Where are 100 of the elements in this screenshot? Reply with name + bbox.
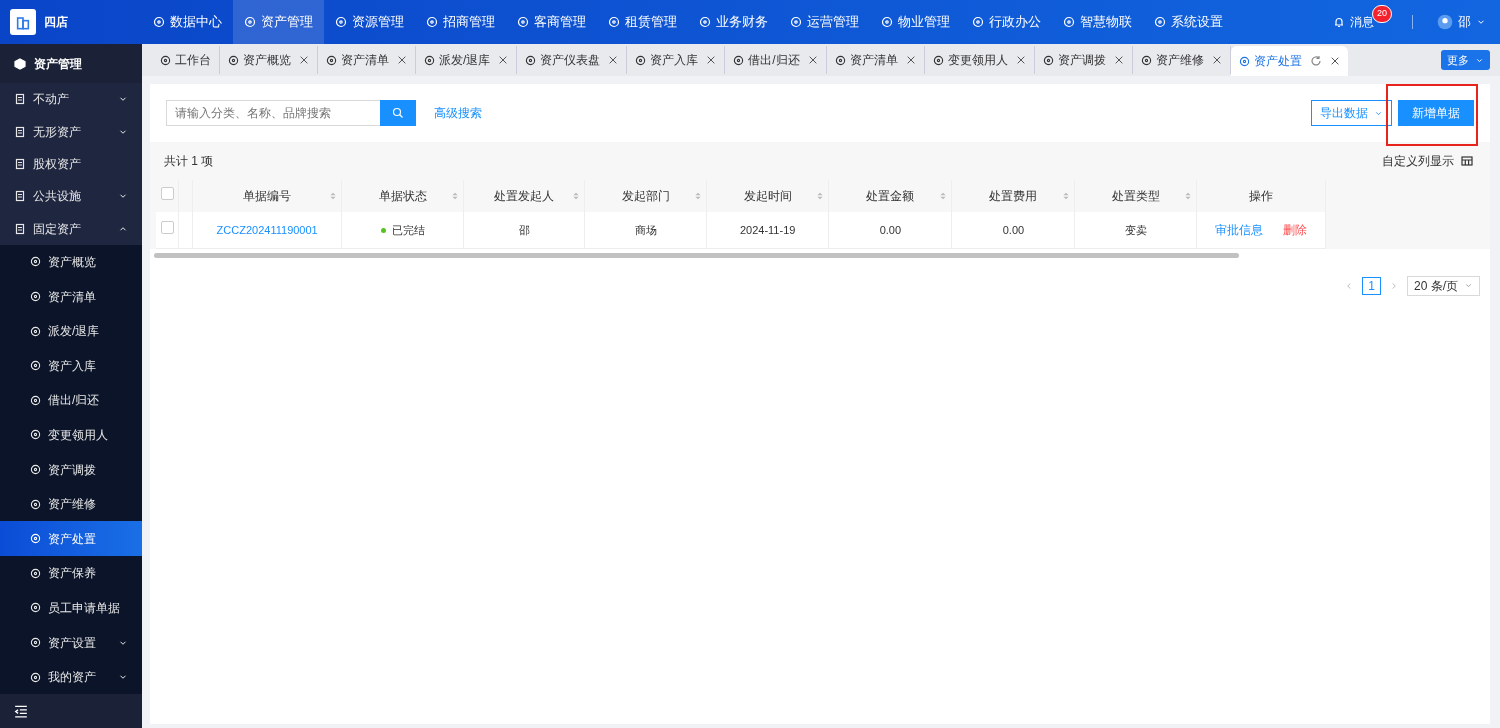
circle-icon xyxy=(699,16,711,28)
custom-columns-link[interactable]: 自定义列显示 xyxy=(1382,152,1474,170)
document-icon xyxy=(14,222,26,235)
circle-icon xyxy=(30,325,41,337)
chevron-down-icon xyxy=(1464,281,1473,290)
nav-tab[interactable]: 客商管理 xyxy=(506,0,597,44)
circle-icon xyxy=(1238,55,1250,67)
nav-tab[interactable]: 数据中心 xyxy=(142,0,233,44)
sidebar-subitem[interactable]: 借出/归还 xyxy=(0,383,142,418)
search-icon xyxy=(392,107,404,119)
sidebar-subitem[interactable]: 资产概览 xyxy=(0,244,142,280)
page-tab[interactable]: 变更领用人 xyxy=(924,46,1035,74)
messages-link[interactable]: 消息 xyxy=(1333,13,1374,31)
building-icon xyxy=(15,14,31,30)
circle-icon xyxy=(932,54,944,66)
nav-tab[interactable]: 智慧物联 xyxy=(1052,0,1143,44)
sidebar-subitem[interactable]: 资产设置 xyxy=(0,625,142,660)
nav-tab[interactable]: 业务财务 xyxy=(688,0,779,44)
sidebar-subitem[interactable]: 资产处置 xyxy=(0,521,142,557)
circle-icon xyxy=(635,54,647,66)
user-menu[interactable]: 邵 xyxy=(1437,12,1486,32)
sidebar-item[interactable]: 公共设施 xyxy=(0,180,142,213)
sidebar-item[interactable]: 股权资产 xyxy=(0,147,142,181)
nav-tab[interactable]: 物业管理 xyxy=(870,0,961,44)
column-header: 单据编号 xyxy=(243,189,292,203)
page-tab[interactable]: 资产处置 xyxy=(1230,46,1348,76)
page-tab[interactable]: 资产清单 xyxy=(826,46,925,74)
circle-icon xyxy=(30,394,41,406)
page-tab[interactable]: 资产仪表盘 xyxy=(517,46,628,74)
select-all-checkbox[interactable] xyxy=(160,187,174,200)
circle-icon xyxy=(30,360,41,372)
sidebar-title: 资产管理 xyxy=(0,44,142,84)
circle-icon xyxy=(1154,16,1166,28)
sidebar-item[interactable]: 固定资产 xyxy=(0,212,142,245)
page-tab[interactable]: 工作台 xyxy=(152,46,220,74)
table-cell: 邵 xyxy=(518,223,530,236)
circle-icon xyxy=(881,16,893,28)
circle-icon xyxy=(30,291,41,303)
sidebar-item[interactable]: 不动产 xyxy=(0,83,142,116)
column-header: 操作 xyxy=(1249,189,1273,203)
column-header: 处置类型 xyxy=(1111,189,1160,203)
brand-name: 四店 xyxy=(44,14,68,31)
table-cell: 变卖 xyxy=(1124,223,1147,236)
page-tab[interactable]: 资产概览 xyxy=(220,46,318,74)
page-size-select[interactable]: 20 条/页 xyxy=(1407,275,1480,296)
circle-icon xyxy=(244,16,256,28)
horizontal-scrollbar[interactable] xyxy=(154,252,1239,258)
circle-icon xyxy=(834,54,846,66)
nav-tab[interactable]: 系统设置 xyxy=(1143,0,1234,44)
sidebar-subitem[interactable]: 员工申请单据 xyxy=(0,590,142,626)
sidebar-subitem[interactable]: 资产保养 xyxy=(0,556,142,591)
sidebar-subitem[interactable]: 变更领用人 xyxy=(0,417,142,453)
close-icon xyxy=(1113,55,1124,65)
table-cell: 0.00 xyxy=(879,223,902,236)
page-tab[interactable]: 资产维修 xyxy=(1132,46,1231,74)
bell-icon xyxy=(1333,16,1345,28)
page-tab[interactable]: 资产入库 xyxy=(627,46,726,74)
nav-tab[interactable]: 资产管理 xyxy=(233,0,324,44)
search-button[interactable] xyxy=(380,100,416,126)
sidebar-subitem[interactable]: 资产入库 xyxy=(0,348,142,384)
circle-icon xyxy=(790,16,802,28)
page-tab[interactable]: 资产清单 xyxy=(318,46,416,74)
table-cell: 商场 xyxy=(634,223,657,236)
circle-icon xyxy=(30,637,41,648)
circle-icon xyxy=(160,54,171,66)
notification-badge: 20 xyxy=(1372,5,1392,23)
page-tab[interactable]: 资产调拨 xyxy=(1034,46,1133,74)
column-header: 发起时间 xyxy=(743,189,792,203)
close-icon xyxy=(608,55,619,65)
search-field[interactable]: 请输入分类、名称、品牌搜索 xyxy=(166,100,380,126)
nav-tab[interactable]: 行政办公 xyxy=(961,0,1052,44)
user-avatar-icon xyxy=(1437,14,1453,30)
close-icon xyxy=(706,55,717,65)
sidebar-subitem[interactable]: 资产维修 xyxy=(0,486,142,522)
refresh-icon xyxy=(1309,55,1322,67)
close-icon xyxy=(1015,55,1026,65)
row-checkbox[interactable] xyxy=(160,221,174,234)
more-button[interactable]: 更多 xyxy=(1441,49,1490,71)
nav-tab[interactable]: 招商管理 xyxy=(415,0,506,44)
sidebar-subitem[interactable]: 我的资产 xyxy=(0,659,142,695)
document-icon xyxy=(14,125,26,138)
circle-icon xyxy=(326,54,337,66)
sidebar-subitem[interactable]: 资产调拨 xyxy=(0,452,142,487)
circle-icon xyxy=(30,429,41,441)
circle-icon xyxy=(30,567,41,579)
document-icon xyxy=(14,93,26,106)
nav-tab[interactable]: 运营管理 xyxy=(779,0,870,44)
circle-icon xyxy=(30,533,41,545)
circle-icon xyxy=(733,54,745,66)
sidebar-subitem[interactable]: 资产清单 xyxy=(0,279,142,314)
nav-tab[interactable]: 资源管理 xyxy=(324,0,415,44)
page-tab[interactable]: 借出/归还 xyxy=(725,46,827,74)
sidebar-item[interactable]: 无形资产 xyxy=(0,115,142,148)
close-icon xyxy=(905,55,916,65)
total-count: 共计 1 项 xyxy=(164,153,214,170)
sidebar-subitem[interactable]: 派发/退库 xyxy=(0,313,142,349)
nav-tab[interactable]: 租赁管理 xyxy=(597,0,688,44)
circle-icon xyxy=(153,16,165,28)
page-tab[interactable]: 派发/退库 xyxy=(416,46,518,74)
circle-icon xyxy=(30,671,41,683)
